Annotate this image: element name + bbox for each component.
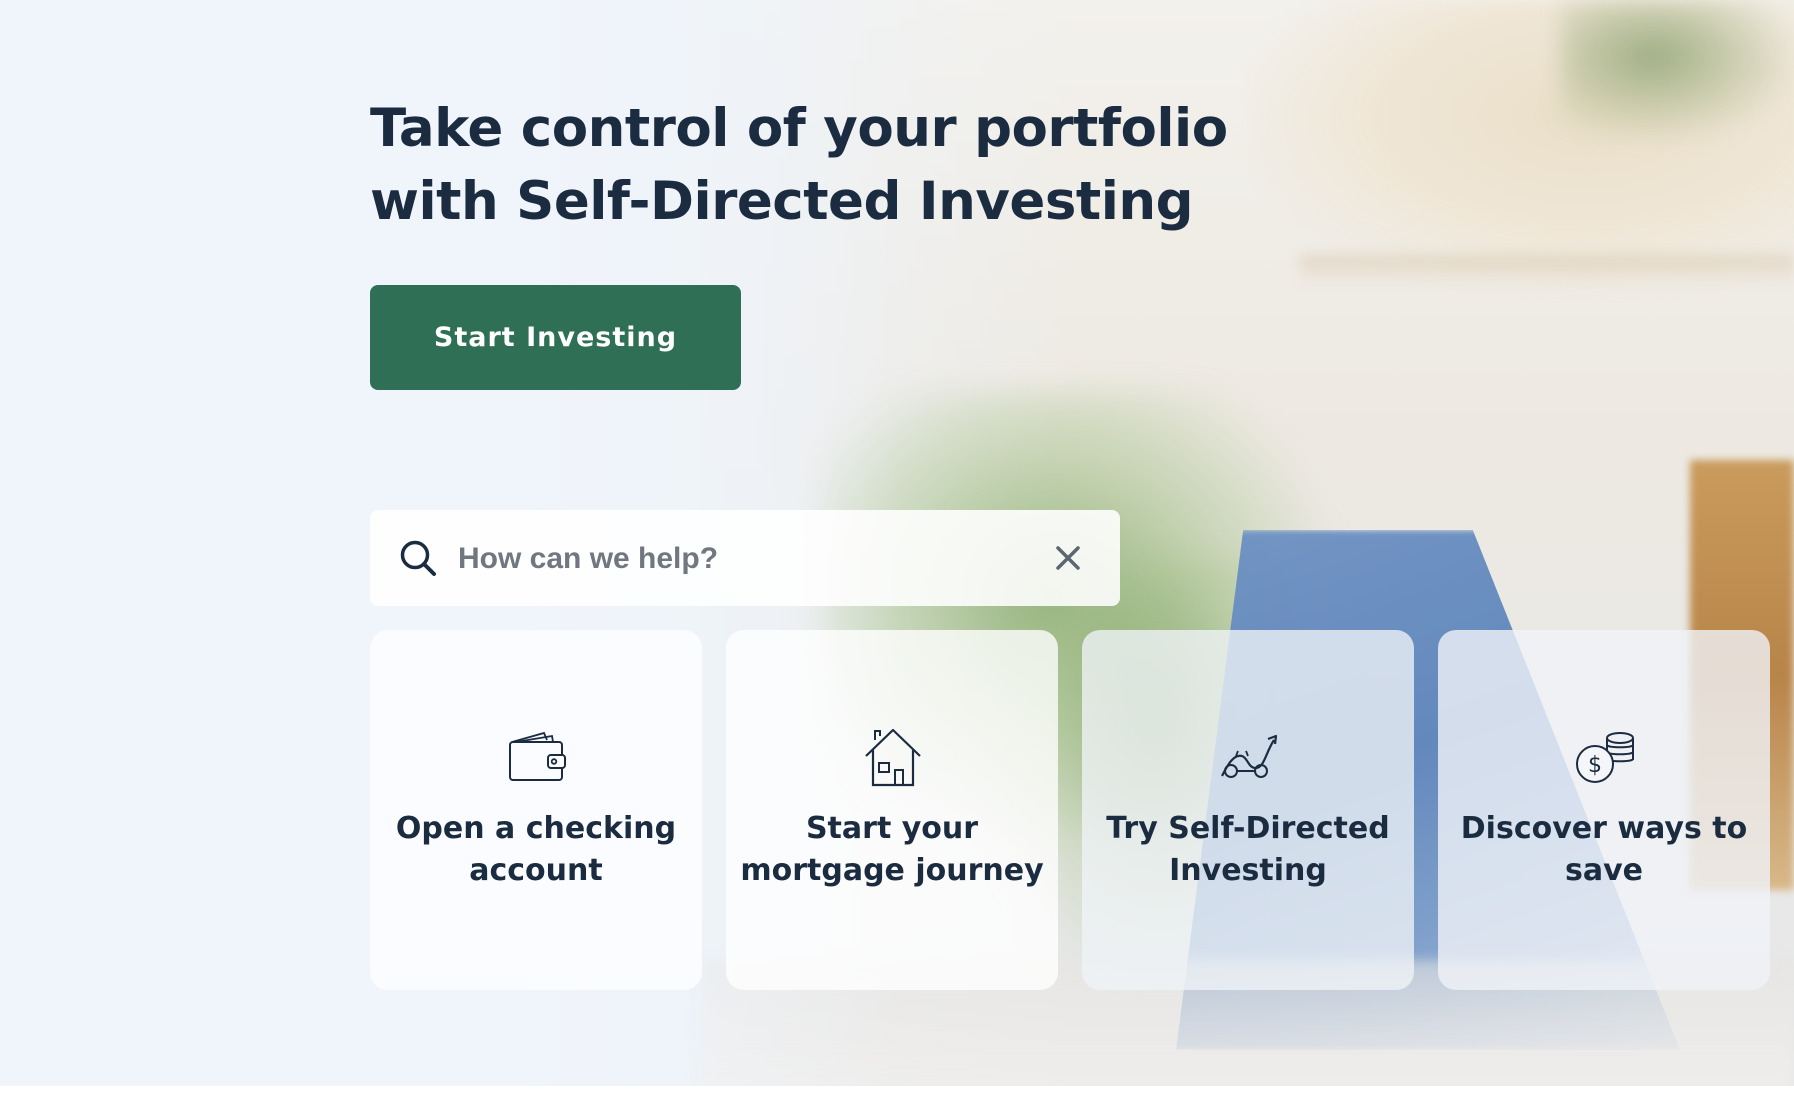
tile-label: Try Self-Directed Investing: [1106, 811, 1390, 888]
tile-label: Discover ways to save: [1460, 811, 1748, 888]
search-bar: [370, 510, 1120, 606]
start-investing-button[interactable]: Start Investing: [370, 285, 741, 390]
tile-label: Open a checking account: [395, 811, 677, 888]
page-title-line-1: Take control of your portfolio: [370, 98, 1228, 159]
search-icon[interactable]: [398, 538, 438, 578]
coins-icon: $: [1576, 732, 1634, 783]
close-icon[interactable]: [1050, 540, 1086, 576]
quick-links: Open a checking account Start your mortg…: [370, 630, 1770, 990]
search-input[interactable]: [456, 528, 1020, 590]
background-shelf-edge: [1300, 255, 1794, 285]
investing-chart-icon: [1221, 734, 1278, 778]
tile-discover-savings[interactable]: $ Discover ways to save: [1438, 630, 1770, 990]
tile-open-checking[interactable]: Open a checking account: [370, 630, 702, 990]
background-plant-top: [1560, 0, 1794, 140]
wallet-icon: [509, 731, 566, 781]
hero-section: Take control of your portfolio with Self…: [0, 0, 1794, 1086]
background-shelf: [1250, 0, 1794, 290]
tile-self-directed-investing[interactable]: Try Self-Directed Investing: [1082, 630, 1414, 990]
house-icon: [865, 728, 921, 787]
tile-label: Start your mortgage journey: [740, 811, 1044, 888]
tile-mortgage[interactable]: Start your mortgage journey: [726, 630, 1058, 990]
svg-text:$: $: [1588, 753, 1602, 778]
page-title-line-2: with Self-Directed Investing: [370, 171, 1194, 232]
page-title: Take control of your portfolio with Self…: [370, 92, 1270, 238]
